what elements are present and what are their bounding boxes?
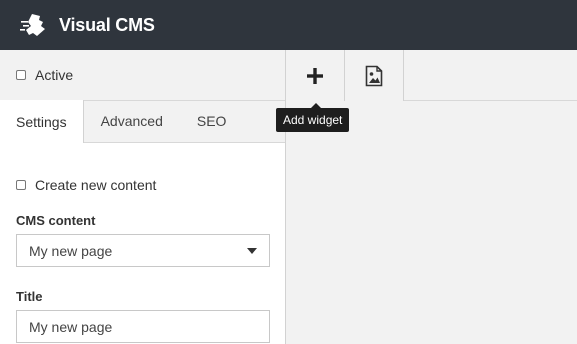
active-toggle-row: Active <box>0 50 285 101</box>
add-image-button[interactable] <box>345 50 404 101</box>
create-new-content-checkbox[interactable] <box>16 180 26 190</box>
puzzle-logo-icon <box>20 14 45 36</box>
active-label: Active <box>35 67 74 83</box>
tab-advanced[interactable]: Advanced <box>84 100 180 142</box>
add-widget-tooltip: Add widget <box>276 103 350 132</box>
tab-seo[interactable]: SEO <box>180 100 244 142</box>
image-file-icon <box>365 65 383 86</box>
caret-down-icon <box>247 247 257 254</box>
create-new-content-label: Create new content <box>35 177 157 193</box>
cms-content-value: My new page <box>29 242 113 259</box>
cms-content-label: CMS content <box>16 213 96 228</box>
settings-form: Create new content CMS content My new pa… <box>0 143 285 343</box>
create-new-content-row: Create new content <box>16 177 269 193</box>
active-checkbox[interactable] <box>16 70 26 80</box>
editor-canvas[interactable] <box>287 101 577 344</box>
title-label: Title <box>16 289 43 304</box>
app-header: Visual CMS <box>0 0 577 50</box>
panel-tabs: Settings Advanced SEO <box>0 100 285 143</box>
app-title: Visual CMS <box>59 14 155 35</box>
tab-settings[interactable]: Settings <box>0 100 84 143</box>
cms-content-select[interactable]: My new page <box>16 234 270 267</box>
title-input[interactable]: My new page <box>16 310 270 343</box>
add-widget-button[interactable] <box>286 50 345 101</box>
settings-panel: Active Settings Advanced SEO Create new … <box>0 50 286 344</box>
plus-icon <box>307 67 323 84</box>
canvas-toolbar <box>286 50 577 101</box>
